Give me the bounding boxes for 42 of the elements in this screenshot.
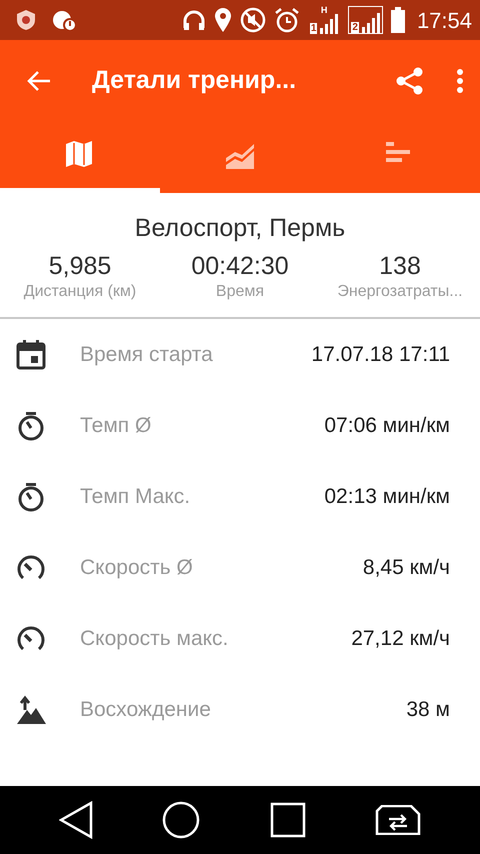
detail-label: Скорость макс. xyxy=(80,626,230,652)
stat-value: 00:42:30 xyxy=(191,251,289,281)
alert-icon xyxy=(52,9,76,31)
share-icon[interactable] xyxy=(396,67,424,95)
alarm-icon xyxy=(274,7,300,33)
stat-label: Энергозатраты... xyxy=(337,282,463,302)
headphones-icon xyxy=(182,8,206,32)
detail-label: Скорость Ø xyxy=(80,554,194,581)
battery-icon xyxy=(390,7,405,33)
detail-value: 38 м xyxy=(406,696,450,723)
detail-value: 17.07.18 17:11 xyxy=(311,342,450,368)
stopwatch-icon xyxy=(16,410,46,440)
network-type: H xyxy=(320,4,328,17)
shield-icon xyxy=(16,9,36,31)
status-time: 17:54 xyxy=(416,6,472,34)
detail-label: Восхождение xyxy=(80,696,212,723)
activity-title: Велоспорт, Пермь xyxy=(134,213,346,243)
stopwatch-icon xyxy=(16,482,46,512)
ascent-icon xyxy=(16,694,46,724)
detail-value: 27,12 км/ч xyxy=(351,626,450,652)
sim-switch-icon[interactable] xyxy=(375,805,422,835)
calendar-icon xyxy=(16,340,46,370)
detail-value: 02:13 мин/км xyxy=(324,484,450,510)
location-icon xyxy=(214,7,232,33)
sim-label: 2 xyxy=(351,22,359,33)
detail-value: 8,45 км/ч xyxy=(362,554,450,581)
more-icon[interactable] xyxy=(456,68,464,94)
detail-label: Время старта xyxy=(80,342,214,368)
home-icon[interactable] xyxy=(162,801,200,839)
sim-label: 1 xyxy=(310,23,318,34)
map-icon xyxy=(65,140,95,170)
screen-title: Детали тренир... xyxy=(92,65,296,96)
stat-value: 138 xyxy=(379,251,421,281)
stat-value: 5,985 xyxy=(48,251,112,281)
detail-label: Темп Ø xyxy=(80,412,152,439)
detail-value: 07:06 мин/км xyxy=(324,412,450,439)
detail-label: Темп Макс. xyxy=(80,484,192,510)
mute-icon xyxy=(240,7,266,33)
back-icon[interactable] xyxy=(58,801,93,839)
recents-icon[interactable] xyxy=(270,802,306,838)
stat-label: Дистанция (км) xyxy=(24,282,136,302)
stat-label: Время xyxy=(216,282,264,302)
